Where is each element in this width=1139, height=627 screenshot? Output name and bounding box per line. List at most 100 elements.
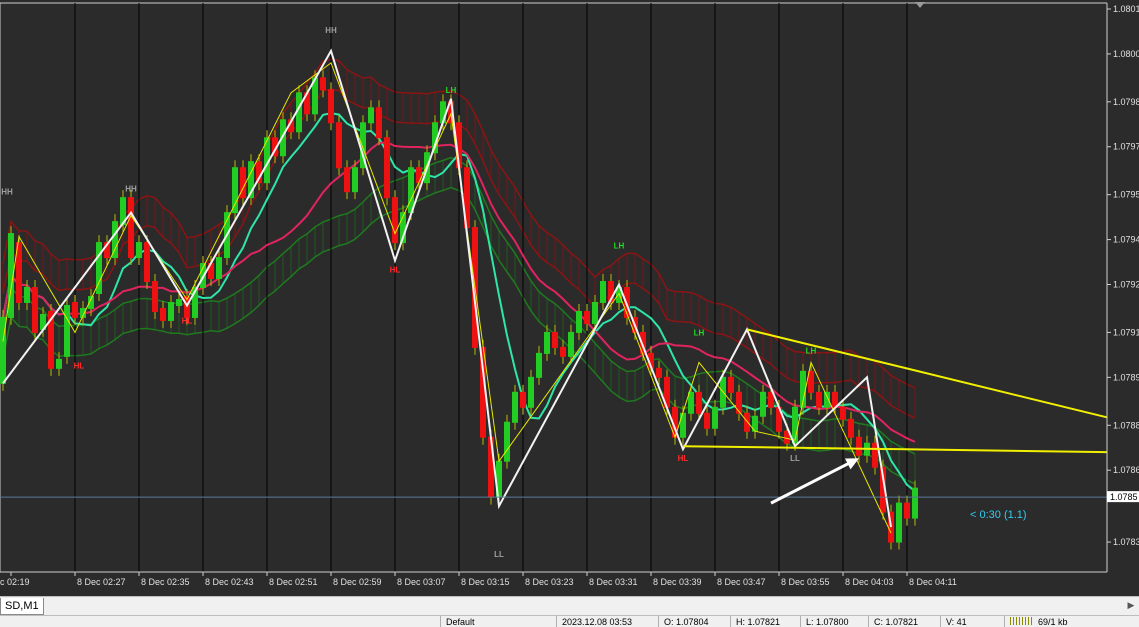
candle-body xyxy=(384,137,390,199)
candle-body xyxy=(232,167,238,214)
candle xyxy=(504,414,510,469)
candle xyxy=(800,363,806,415)
candle-body xyxy=(872,442,878,468)
tab-scroll-right-icon[interactable]: ▶ xyxy=(1125,599,1137,611)
swing-label: HL xyxy=(182,316,193,325)
candle-body xyxy=(168,301,174,321)
candle xyxy=(360,115,366,176)
candle-body xyxy=(56,358,62,369)
price-tick-label: 1.0798 xyxy=(1113,97,1139,107)
swing-label: HH xyxy=(1,188,13,197)
candle-body xyxy=(504,421,510,462)
price-chart[interactable]: HHHLHHHLHHHLLHLLLHHLLHLLLH1.08011.08001.… xyxy=(0,0,1139,596)
candle-body xyxy=(128,197,134,259)
price-tick-label: 1.0788 xyxy=(1113,420,1139,430)
candle-body xyxy=(576,310,582,333)
price-axis: 1.0801 1.0800 1.0798 1.0797 1.0795 1.0794 1.07… xyxy=(1106,0,1139,596)
candle-body xyxy=(704,412,710,429)
candle-body xyxy=(408,167,414,214)
candle xyxy=(336,115,342,176)
candle xyxy=(128,190,134,266)
candle-body xyxy=(696,391,702,414)
time-tick-label: 8 Dec 03:39 xyxy=(653,577,702,587)
candle-body xyxy=(760,391,766,417)
candle xyxy=(896,495,902,550)
candle xyxy=(0,309,6,391)
time-tick-label: 8 Dec 03:31 xyxy=(589,577,638,587)
candle-body xyxy=(64,304,70,357)
swing-label: HL xyxy=(390,266,401,275)
swing-label: LH xyxy=(446,86,457,95)
time-tick-label: 8 Dec 03:23 xyxy=(525,577,574,587)
candle-body xyxy=(416,167,422,184)
candle-body xyxy=(560,346,566,357)
candle-body xyxy=(160,307,166,321)
candle-body xyxy=(376,107,382,139)
swing-label: HH xyxy=(125,185,137,194)
candle-body xyxy=(848,418,854,438)
candle-body xyxy=(136,242,142,259)
time-tick-label: 8 Dec 02:43 xyxy=(205,577,254,587)
candle-body xyxy=(144,242,150,283)
candle-body xyxy=(912,487,918,519)
candle-body xyxy=(32,287,38,333)
candle-body xyxy=(72,301,78,318)
candle-body xyxy=(808,370,814,393)
candle-body xyxy=(520,391,526,408)
swing-label: LH xyxy=(614,242,625,251)
candle-body xyxy=(512,391,518,423)
chart-tab-bar: SD,M1 ▶ xyxy=(0,596,1139,616)
chart-tab[interactable]: SD,M1 xyxy=(0,598,44,615)
price-tick-label: 1.0786 xyxy=(1113,465,1139,475)
price-tick-label: 1.0792 xyxy=(1113,280,1139,290)
swing-label: LH xyxy=(694,328,705,337)
candle-body xyxy=(152,281,158,312)
price-tick-label: 1.0797 xyxy=(1113,142,1139,152)
time-tick-label: 8 Dec 02:35 xyxy=(141,577,190,587)
time-tick-label: 8 Dec 02:59 xyxy=(333,577,382,587)
candle-body xyxy=(712,406,718,429)
candle-body xyxy=(328,89,334,124)
candle xyxy=(96,235,102,301)
candle xyxy=(32,280,38,340)
status-bar: Default 2023.12.08 03:53 O: 1.07804 H: 1… xyxy=(0,615,1139,627)
time-tick-label: 8 Dec 02:51 xyxy=(269,577,318,587)
candle-body xyxy=(336,122,342,169)
price-tick-label: 1.0791 xyxy=(1113,327,1139,337)
price-tick-label: 1.0794 xyxy=(1113,235,1139,245)
price-tick-label: 1.0783 xyxy=(1113,537,1139,547)
candle-body xyxy=(176,298,182,306)
candle-body xyxy=(528,376,534,408)
candle-body xyxy=(744,412,750,432)
swing-label: HH xyxy=(325,26,337,35)
bar-countdown: < 0:30 (1.1) xyxy=(970,509,1027,521)
candle-body xyxy=(592,301,598,324)
swing-label: HL xyxy=(74,361,85,370)
candle-body xyxy=(728,376,734,393)
candle-body xyxy=(536,352,542,378)
candle xyxy=(384,130,390,206)
candle-body xyxy=(552,331,558,348)
candle-body xyxy=(816,391,822,408)
swing-label: LL xyxy=(494,550,504,559)
time-tick-label: 8 Dec 04:03 xyxy=(845,577,894,587)
candle-body xyxy=(840,406,846,420)
candle-body xyxy=(688,391,694,414)
candle-body xyxy=(240,167,246,199)
candle-body xyxy=(368,107,374,124)
time-axis: 8 Dec 02:19 8 Dec 02:27 8 Dec 02:35 8 Dec 0… xyxy=(0,571,1107,596)
swing-label: LH xyxy=(806,346,817,355)
price-tick-label: 1.0789 xyxy=(1113,372,1139,382)
candle-body xyxy=(896,502,902,543)
candle-body xyxy=(656,367,662,378)
candle xyxy=(328,82,334,131)
time-tick-label: 8 Dec 03:55 xyxy=(781,577,830,587)
candle-body xyxy=(600,281,606,303)
time-tick-label: 8 Dec 03:07 xyxy=(397,577,446,587)
candle-body xyxy=(584,310,590,324)
current-price-value: 1.0785 xyxy=(1110,492,1138,502)
swing-label: LL xyxy=(790,454,800,463)
candle-body xyxy=(568,331,574,357)
time-tick-label: 8 Dec 04:11 xyxy=(909,577,957,587)
connection-bars-icon xyxy=(1010,617,1034,625)
